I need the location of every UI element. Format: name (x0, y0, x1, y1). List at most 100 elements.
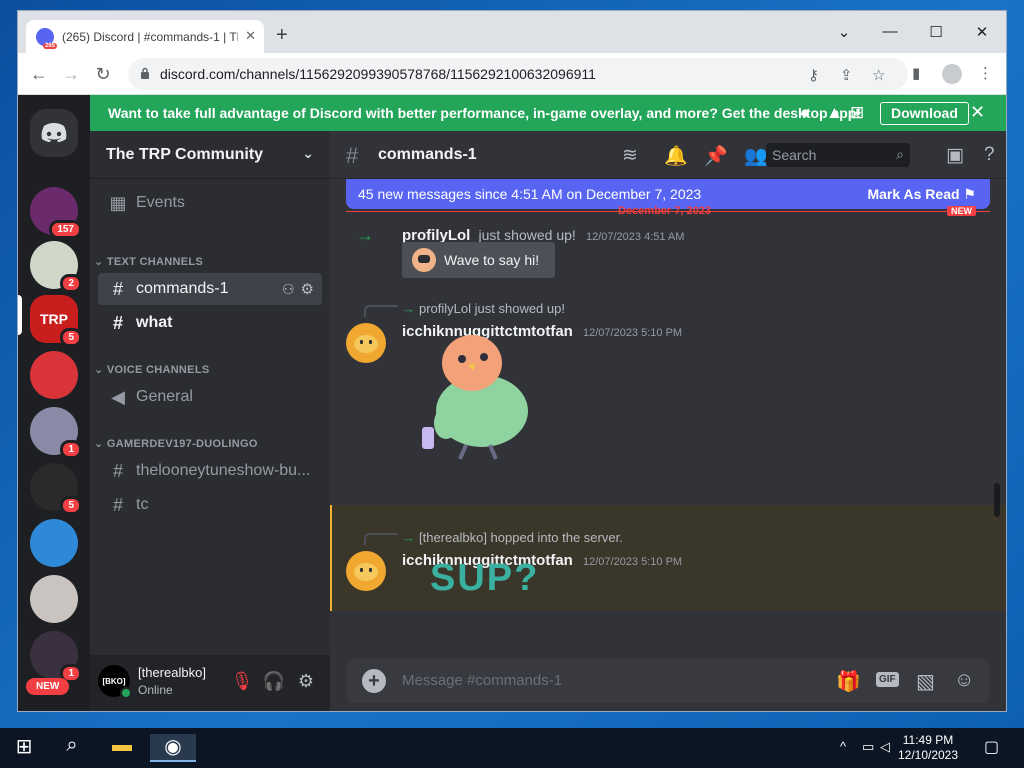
windows-icon[interactable]: ⊞ (850, 103, 864, 123)
avatar-text: [BKO] (102, 676, 126, 686)
server-badge: 1 (60, 440, 82, 459)
server-icon-9[interactable]: 1 (30, 631, 82, 683)
wave-sticker-icon (412, 248, 436, 272)
channel-label: tc (136, 496, 149, 513)
browser-titlebar: 265 (265) Discord | #commands-1 | The ✕ … (18, 11, 1006, 53)
banner-close-icon[interactable]: ✕ (970, 102, 985, 123)
category-voice-channels[interactable]: ⌄ VOICE CHANNELS (94, 363, 209, 376)
forward-arrow-icon[interactable]: → (60, 63, 82, 85)
side-panel-icon[interactable]: ▮ (912, 64, 920, 82)
reply-preview[interactable]: → [therealbko] hopped into the server. (402, 530, 623, 545)
network-icon[interactable]: ▭ (862, 739, 874, 755)
help-icon[interactable]: ? (984, 144, 995, 166)
server-icon-8[interactable] (30, 575, 78, 623)
minimize-icon[interactable]: — (880, 23, 900, 40)
tray-chevron-icon[interactable]: ^ (840, 739, 846, 754)
hash-icon: # (112, 278, 123, 299)
server-header[interactable]: The TRP Community ⌄ (90, 131, 330, 179)
events-item[interactable]: ▦ Events (98, 187, 322, 219)
apple-icon[interactable]: ● (800, 103, 810, 123)
author-avatar[interactable] (346, 551, 386, 591)
category-text-channels[interactable]: ⌄ TEXT CHANNELS (94, 255, 203, 268)
search-input[interactable]: Search ⌕ (766, 143, 910, 167)
server-icon-7[interactable] (30, 519, 78, 567)
headphones-icon[interactable]: 🎧 (262, 671, 286, 692)
server-icon-2[interactable]: 2 (30, 241, 82, 293)
server-icon-trp[interactable]: TRP 5 (30, 295, 82, 347)
members-icon[interactable]: 👥 (744, 144, 768, 168)
browser-tab[interactable]: 265 (265) Discord | #commands-1 | The ✕ (26, 20, 264, 53)
new-messages-text: 45 new messages since 4:51 AM on Decembe… (358, 186, 702, 202)
tab-close-icon[interactable]: ✕ (245, 28, 256, 44)
search-icon: ⌕ (896, 146, 904, 162)
channel-title: commands-1 (378, 146, 477, 163)
windows-start-icon[interactable]: ⊞ (4, 734, 44, 762)
channel-tc[interactable]: # tc (98, 489, 322, 521)
android-icon[interactable]: ▲ (826, 103, 843, 123)
server-badge: 5 (60, 496, 82, 515)
share-icon[interactable]: ⇪ (840, 66, 853, 84)
tab-search-chevron-icon[interactable]: ⌄ (834, 23, 854, 41)
author-avatar[interactable] (346, 323, 386, 363)
new-tab-icon[interactable]: + (276, 25, 288, 45)
url-text: discord.com/channels/1156292099390578768… (160, 66, 596, 82)
favicon-count: 265 (42, 42, 57, 49)
emoji-icon[interactable]: ☺ (954, 669, 974, 692)
user-avatar[interactable]: [BKO] (98, 665, 132, 699)
user-settings-gear-icon[interactable]: ⚙ (294, 671, 318, 692)
address-bar[interactable]: discord.com/channels/1156292099390578768… (128, 58, 908, 90)
gift-icon[interactable]: 🎁 (836, 669, 861, 694)
gear-icon[interactable]: ⚙ (301, 280, 314, 298)
channel-looney[interactable]: # thelooneytuneshow-bu... (98, 455, 322, 487)
hash-icon: # (346, 143, 359, 168)
key-icon[interactable]: ⚷ (808, 66, 819, 84)
file-explorer-icon[interactable]: ▬ (102, 734, 142, 762)
gif-button[interactable]: GIF (876, 672, 899, 687)
muted-mic-icon[interactable]: 🎙 (230, 671, 254, 692)
server-icon-1[interactable]: 157 (30, 187, 82, 239)
mark-as-read-button[interactable]: Mark As Read ⚑ (867, 186, 976, 203)
taskbar-clock[interactable]: 11:49 PM 12/10/2023 (896, 733, 960, 763)
channel-general[interactable]: ◀ General (98, 381, 322, 413)
threads-icon[interactable]: ≋ (622, 144, 638, 167)
server-icon-6[interactable]: 5 (30, 463, 82, 515)
attach-plus-icon[interactable]: + (362, 669, 386, 693)
sticker-icon[interactable]: ▧ (916, 669, 935, 694)
pin-icon[interactable]: 📌 (704, 144, 728, 168)
server-icon-4[interactable] (30, 351, 78, 399)
server-badge: 5 (60, 328, 82, 347)
bird-sticker-image[interactable] (416, 327, 534, 467)
clock-date: 12/10/2023 (897, 748, 959, 762)
notifications-icon[interactable]: ▢ (984, 737, 999, 757)
inbox-icon[interactable]: ▣ (946, 144, 964, 167)
channel-commands-1[interactable]: # commands-1 ⚇ ⚙ (98, 273, 322, 305)
bell-icon[interactable]: 🔔 (664, 144, 688, 168)
search-icon[interactable]: ⌕ (52, 734, 92, 762)
discord-home-icon[interactable] (30, 109, 78, 157)
maximize-icon[interactable]: ☐ (926, 23, 946, 41)
download-button[interactable]: Download (880, 102, 969, 125)
browser-toolbar: ← → ↻ discord.com/channels/1156292099390… (18, 53, 1006, 95)
wave-to-say-hi-button[interactable]: Wave to say hi! (402, 242, 556, 278)
reply-preview[interactable]: → profilyLol just showed up! (402, 301, 565, 316)
back-arrow-icon[interactable]: ← (28, 63, 50, 85)
category-gamerdev[interactable]: ⌄ GAMERDEV197-DUOLINGO (94, 437, 258, 450)
close-window-icon[interactable]: ✕ (972, 23, 992, 41)
profile-avatar[interactable] (942, 64, 962, 84)
menu-kebab-icon[interactable]: ⋮ (978, 64, 993, 82)
reply-connector (364, 305, 398, 317)
message-input[interactable]: Message #commands-1 (402, 672, 562, 689)
reload-icon[interactable]: ↻ (92, 63, 114, 85)
new-unreads-badge[interactable]: NEW (26, 678, 70, 695)
bookmark-star-icon[interactable]: ☆ (872, 66, 885, 84)
server-icon-5[interactable]: 1 (30, 407, 82, 459)
volume-muted-icon[interactable]: ◁ (880, 739, 890, 755)
channel-what[interactable]: # what (98, 307, 322, 339)
invite-icon[interactable]: ⚇ (282, 281, 295, 298)
message-composer: + Message #commands-1 🎁 GIF ▧ ☺ (346, 659, 990, 703)
scrollbar-thumb[interactable] (994, 483, 1000, 517)
channel-sidebar: The TRP Community ⌄ ▦ Events ⌄ TEXT CHAN… (90, 131, 330, 711)
browser-window: 265 (265) Discord | #commands-1 | The ✕ … (18, 11, 1006, 711)
sup-image[interactable]: SUP? (430, 557, 539, 601)
chrome-icon[interactable]: ◉ (150, 734, 196, 762)
